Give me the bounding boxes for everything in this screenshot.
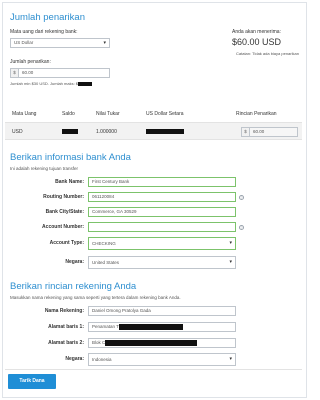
- receive-label: Anda akan menerima:: [232, 29, 281, 35]
- dollar-prefix: $: [11, 69, 19, 77]
- fee-note: Catatan: Tidak ada biaya penarikan: [236, 51, 299, 56]
- currency-value: US Dollar: [14, 40, 34, 45]
- address-line1-label: Alamat baris 1:: [48, 324, 84, 330]
- info-icon[interactable]: ?: [239, 225, 244, 230]
- section-title-amount: Jumlah penarikan: [10, 12, 85, 23]
- address-line1-input[interactable]: Penamatan T: [88, 322, 236, 332]
- redacted-address1: [118, 323, 183, 330]
- account-number-input[interactable]: [88, 222, 236, 232]
- row-usd-equiv: [146, 129, 184, 135]
- col-currency: Mata Uang: [12, 111, 37, 117]
- chevron-down-icon: ▾: [229, 240, 232, 246]
- address-line2-input[interactable]: Blok C: [88, 338, 236, 348]
- account-country-label: Negara:: [65, 356, 84, 362]
- currency-select[interactable]: US Dollar ▾: [10, 38, 110, 48]
- row-balance: [62, 129, 78, 135]
- bank-name-input[interactable]: First Century Bank: [88, 177, 236, 187]
- address-line2-label: Alamat baris 2:: [48, 340, 84, 346]
- account-subtitle: Masukkan nama rekening yang sama seperti…: [10, 295, 181, 300]
- redacted-address2: [105, 339, 198, 346]
- routing-number-input[interactable]: 061120084: [88, 192, 236, 202]
- withdraw-button[interactable]: Tarik Dana: [8, 374, 56, 389]
- amount-label: Jumlah penarikan:: [10, 59, 51, 65]
- withdraw-amount-input[interactable]: $60.00: [241, 127, 298, 137]
- account-country-select[interactable]: Indonesia ▾: [88, 353, 236, 366]
- section-title-account: Berikan rincian rekening Anda: [10, 281, 137, 292]
- row-currency: USD: [12, 129, 23, 135]
- col-usd-equiv: US Dollar Setara: [146, 111, 184, 117]
- bank-country-label: Negara:: [65, 259, 84, 265]
- col-balance: Saldo: [62, 111, 75, 117]
- account-number-label: Account Number:: [42, 224, 84, 230]
- row-rate: 1.000000: [96, 129, 117, 135]
- currency-label: Mata uang dari rekening bank:: [10, 29, 78, 35]
- table-row: USD 1.000000 $60.00: [5, 122, 302, 140]
- amount-limit-note: Jumlah min $30 USD. Jumlah maks: $: [10, 81, 93, 86]
- account-name-label: Nama Rekening:: [44, 308, 84, 314]
- section-title-bank: Berikan informasi bank Anda: [10, 152, 131, 163]
- col-rate: Nilai Tukar: [96, 111, 120, 117]
- chevron-down-icon: ▾: [229, 356, 232, 362]
- chevron-down-icon: ▾: [229, 259, 232, 265]
- account-type-select[interactable]: CHECKING ▾: [88, 237, 236, 250]
- receive-amount: $60.00 USD: [232, 37, 282, 47]
- bank-country-select[interactable]: United States ▾: [88, 256, 236, 269]
- account-name-input[interactable]: Daniel Omong Pratolya Gada: [88, 306, 236, 316]
- info-icon[interactable]: ?: [239, 195, 244, 200]
- bank-subtitle: Ini adalah rekening tujuan transfer: [10, 166, 79, 171]
- bank-city-state-input[interactable]: Commerce, GA 30529: [88, 207, 236, 217]
- amount-value: 60.00: [22, 70, 34, 75]
- col-withdraw-detail: Rincian Penarikan: [236, 111, 277, 117]
- bank-city-state-label: Bank City/State:: [45, 209, 84, 215]
- account-type-label: Account Type:: [49, 240, 84, 246]
- divider: [5, 369, 302, 370]
- chevron-down-icon: ▾: [103, 40, 106, 46]
- amount-input[interactable]: $60.00: [10, 68, 110, 78]
- bank-name-label: Bank Name:: [55, 179, 84, 185]
- routing-number-label: Routing Number:: [43, 194, 84, 200]
- redacted-max: [78, 81, 93, 86]
